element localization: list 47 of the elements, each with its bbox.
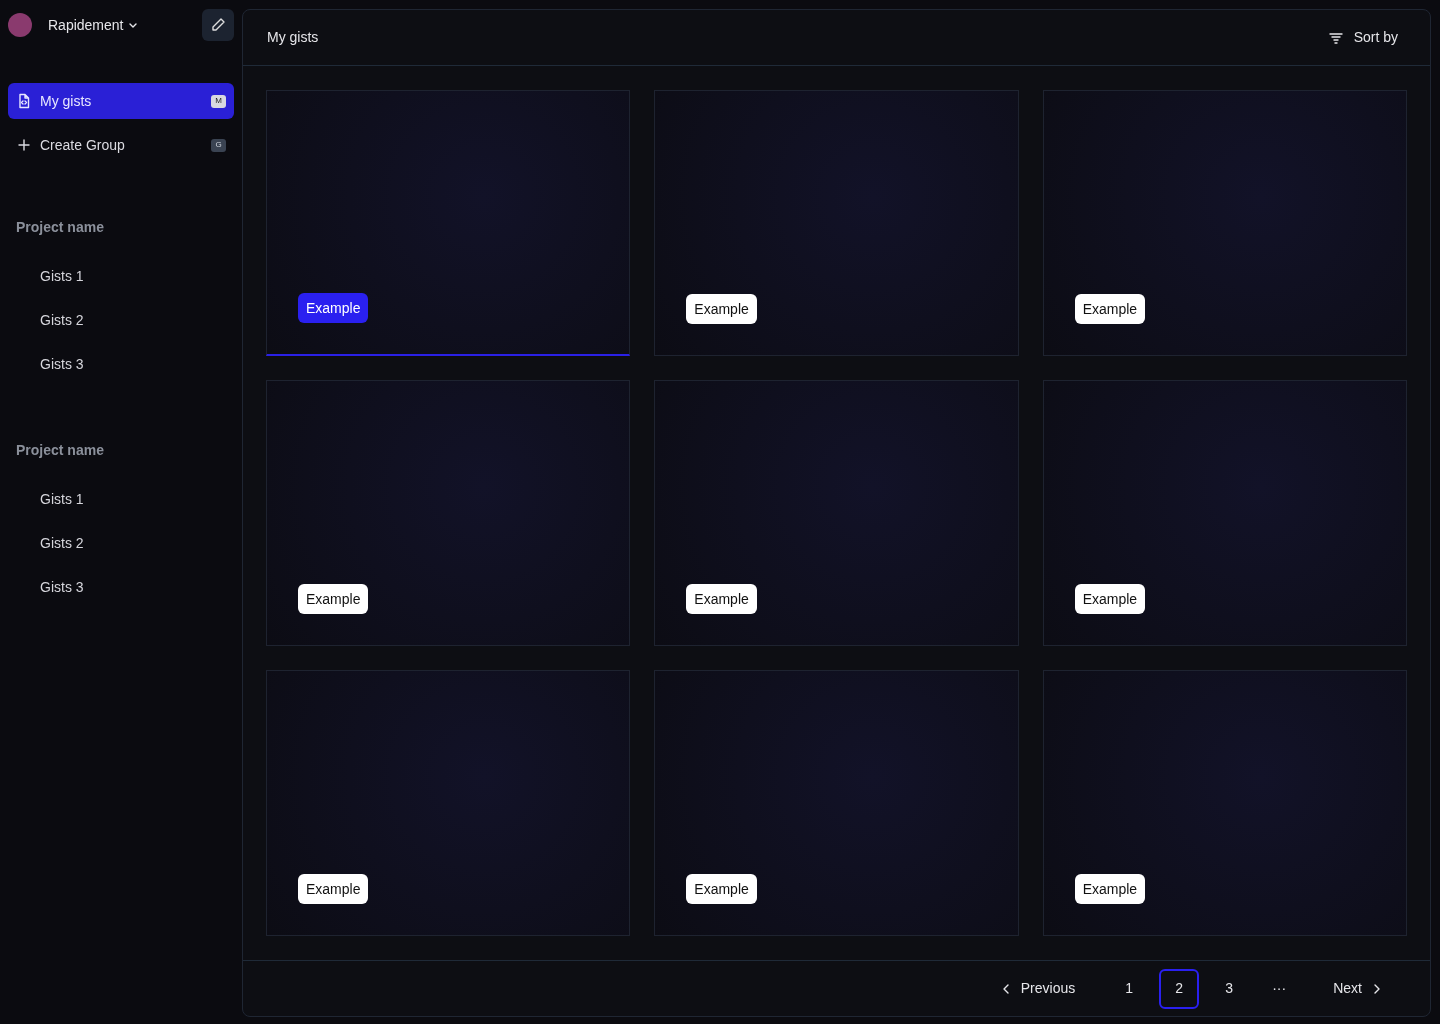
edit-button[interactable] [202,9,234,41]
gist-card[interactable]: Example [654,670,1019,936]
nav-label: Create Group [40,135,125,155]
tag-label: Example [1074,584,1146,614]
nav-label: My gists [40,91,92,111]
gist-card[interactable]: Example [654,90,1019,356]
tag-label: Example [686,294,757,324]
page-button[interactable]: 2 [1159,968,1200,1009]
previous-button[interactable]: Previous [992,968,1084,1009]
chevron-right-icon [1372,982,1382,995]
nav-item[interactable]: My gists M [8,83,234,119]
project-heading: Project name [15,441,105,460]
project-item[interactable]: Gists 1 [8,477,234,521]
page-title: My gists [267,28,319,47]
project-heading: Project name [15,218,105,237]
tag-label: Example [298,874,369,904]
page-button[interactable]: ··· [1259,968,1300,1009]
project-item[interactable]: Gists 3 [8,565,234,609]
file-code-icon [16,93,32,109]
avatar-circle[interactable] [8,13,32,37]
gist-card[interactable]: Example [654,380,1019,646]
tag-label: Example [1074,874,1146,904]
gist-card[interactable]: Example [266,380,631,646]
next-button[interactable]: Next [1325,968,1390,1009]
sort-button[interactable]: Sort by [1319,17,1406,58]
gist-card[interactable]: Example [266,90,631,356]
pencil-icon [210,17,226,33]
tag-label: Example [1074,294,1146,324]
shortcut-key: G [211,138,226,152]
tag-label: Example [298,584,369,614]
tag-label: Example [686,584,757,614]
project-item[interactable]: Gists 1 [8,254,234,298]
shortcut-key: M [211,94,226,108]
gist-card[interactable]: Example [1042,380,1407,646]
tag-label: Example [686,874,757,904]
page-button[interactable]: 3 [1209,968,1250,1009]
gist-card[interactable]: Example [266,670,631,936]
tag-label: Example [298,293,369,323]
gist-card[interactable]: Example [1042,670,1407,936]
project-item[interactable]: Gists 2 [8,521,234,565]
gist-card[interactable]: Example [1042,90,1407,356]
page-button[interactable]: 1 [1109,968,1150,1009]
workspace-dropdown[interactable]: Rapidement [48,14,138,36]
nav-item[interactable]: Create Group G [8,127,234,163]
project-item[interactable]: Gists 2 [8,298,234,342]
project-item[interactable]: Gists 3 [8,342,234,386]
plus-icon [16,137,32,153]
